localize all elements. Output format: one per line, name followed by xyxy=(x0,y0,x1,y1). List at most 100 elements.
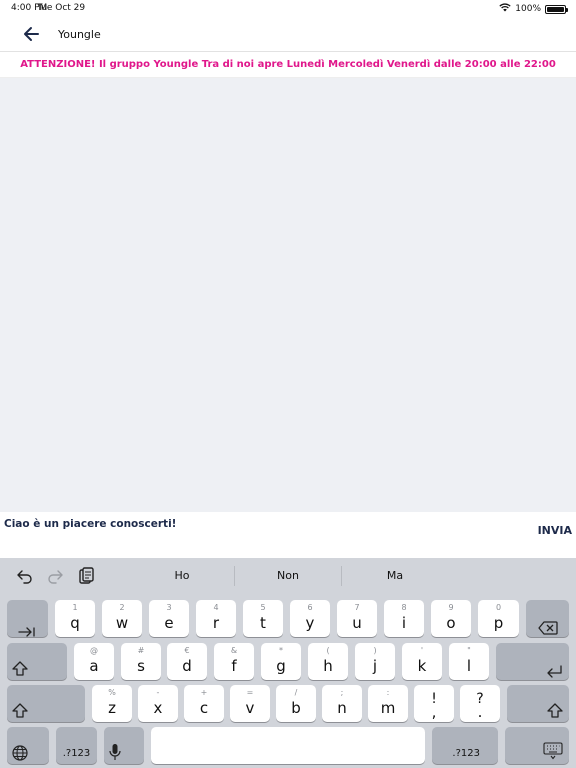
key-s[interactable]: # s xyxy=(121,643,161,680)
paste-icon[interactable] xyxy=(77,567,95,585)
key-label: , xyxy=(431,703,437,721)
key-j[interactable]: ) j xyxy=(355,643,395,680)
shift-key-left[interactable] xyxy=(7,643,67,680)
dictation-key[interactable] xyxy=(104,727,144,764)
key-k[interactable]: ' k xyxy=(402,643,442,680)
numbers-key-label: .?123 xyxy=(452,748,480,759)
key-label: l xyxy=(466,657,472,675)
delete-key[interactable] xyxy=(526,600,569,637)
shift-key-left-2[interactable] xyxy=(7,685,85,722)
status-bar: 4:00 PM Tue Oct 29 100% xyxy=(0,0,576,18)
key-g[interactable]: * g xyxy=(261,643,301,680)
key-u[interactable]: 7u xyxy=(337,600,377,637)
key-d[interactable]: € d xyxy=(167,643,207,680)
globe-icon xyxy=(12,745,28,765)
battery-icon xyxy=(545,4,568,14)
back-button[interactable] xyxy=(22,24,44,44)
key-alt: 9 xyxy=(448,603,454,612)
hide-keyboard-key[interactable] xyxy=(505,727,569,764)
globe-key[interactable] xyxy=(7,727,49,764)
chat-area[interactable] xyxy=(0,78,576,512)
key-label: z xyxy=(108,699,116,717)
suggestion-1[interactable]: Ho xyxy=(130,558,234,594)
wifi-icon xyxy=(499,3,511,15)
key-y[interactable]: 6y xyxy=(290,600,330,637)
key-alt: ) xyxy=(373,646,377,655)
return-icon xyxy=(546,663,562,682)
send-button[interactable]: INVIA xyxy=(538,524,572,537)
key-z[interactable]: % z xyxy=(92,685,132,722)
key-alt: 4 xyxy=(213,603,219,612)
key-alt: 1 xyxy=(72,603,78,612)
key-label: a xyxy=(89,657,99,675)
key-period[interactable]: ?. xyxy=(460,685,500,722)
key-x[interactable]: -x xyxy=(138,685,178,722)
key-label: . xyxy=(477,703,483,721)
key-b[interactable]: / b xyxy=(276,685,316,722)
return-key[interactable] xyxy=(496,643,569,680)
page-title: Youngle xyxy=(58,28,101,41)
key-label: d xyxy=(182,657,192,675)
message-composer: Ciao è un piacere conoscerti! INVIA xyxy=(0,512,576,558)
shift-icon xyxy=(12,661,28,681)
nav-bar: Youngle xyxy=(0,18,576,52)
key-label: b xyxy=(291,699,301,717)
key-alt: = xyxy=(246,688,254,697)
suggestion-2[interactable]: Non xyxy=(235,558,341,594)
space-key[interactable] xyxy=(151,727,425,764)
key-alt: ; xyxy=(340,688,344,697)
key-alt: & xyxy=(230,646,238,655)
numbers-key-right[interactable]: .?123 xyxy=(432,727,498,764)
undo-icon[interactable] xyxy=(16,567,34,585)
numbers-key-label: .?123 xyxy=(62,748,91,759)
key-label: k xyxy=(417,657,427,675)
key-c[interactable]: + c xyxy=(184,685,224,722)
key-label: n xyxy=(337,699,347,717)
key-alt: # xyxy=(137,646,145,655)
key-h[interactable]: (h xyxy=(308,643,348,680)
numbers-key-left[interactable]: .?123 xyxy=(56,727,97,764)
key-f[interactable]: & f xyxy=(214,643,254,680)
key-label: c xyxy=(199,699,209,717)
keyboard: Ho Non Ma 1q 2w 3e 4r 5t 6y 7u 8i 9o 0p … xyxy=(0,558,576,768)
shift-icon xyxy=(12,703,28,723)
key-i[interactable]: 8i xyxy=(384,600,424,637)
key-e[interactable]: 3e xyxy=(149,600,189,637)
key-label: w xyxy=(115,614,129,632)
key-label: y xyxy=(305,614,315,632)
key-alt: 3 xyxy=(166,603,172,612)
key-alt: € xyxy=(184,646,190,655)
key-n[interactable]: ; n xyxy=(322,685,362,722)
key-alt: 2 xyxy=(119,603,125,612)
tab-key[interactable] xyxy=(7,600,48,637)
key-q[interactable]: 1q xyxy=(55,600,95,637)
suggestion-bar: Ho Non Ma xyxy=(0,558,576,594)
key-alt: ( xyxy=(326,646,330,655)
key-label: j xyxy=(372,657,378,675)
key-alt: * xyxy=(279,646,283,655)
key-label: s xyxy=(137,657,145,675)
key-r[interactable]: 4r xyxy=(196,600,236,637)
key-alt: : xyxy=(386,688,390,697)
key-alt: 0 xyxy=(495,603,502,612)
message-input[interactable]: Ciao è un piacere conoscerti! xyxy=(4,518,176,530)
key-m[interactable]: :m xyxy=(368,685,408,722)
key-alt: @ xyxy=(90,646,98,655)
key-label: e xyxy=(164,614,174,632)
key-w[interactable]: 2w xyxy=(102,600,142,637)
key-t[interactable]: 5t xyxy=(243,600,283,637)
key-v[interactable]: = v xyxy=(230,685,270,722)
suggestion-3[interactable]: Ma xyxy=(342,558,448,594)
shift-key-right[interactable] xyxy=(507,685,569,722)
key-alt: ' xyxy=(420,646,424,655)
status-right: 100% xyxy=(499,3,568,15)
key-o[interactable]: 9o xyxy=(431,600,471,637)
redo-icon[interactable] xyxy=(46,567,64,585)
key-comma[interactable]: !, xyxy=(414,685,454,722)
key-p[interactable]: 0p xyxy=(478,600,519,637)
key-a[interactable]: @ a xyxy=(74,643,114,680)
key-label: q xyxy=(70,614,80,632)
key-label: v xyxy=(245,699,255,717)
key-l[interactable]: " l xyxy=(449,643,489,680)
microphone-icon xyxy=(109,743,121,765)
